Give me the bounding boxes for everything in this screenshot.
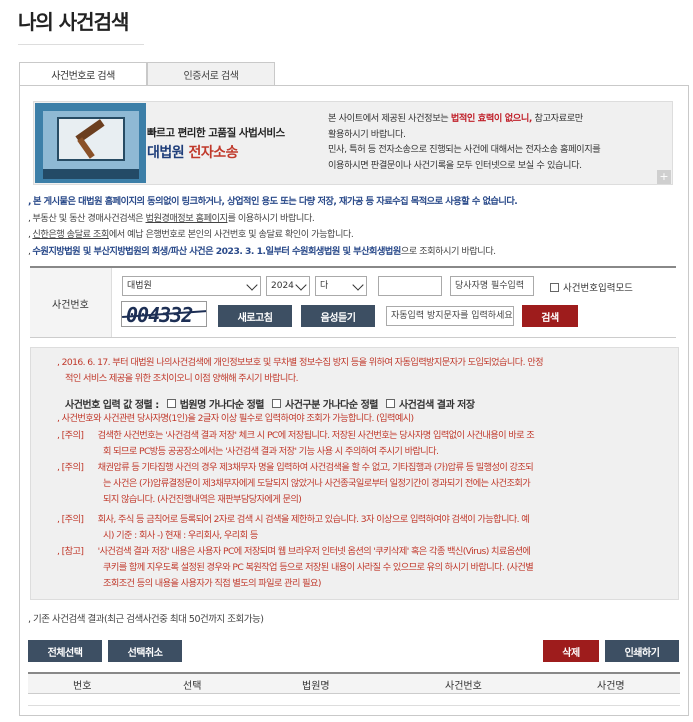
- case-type-select[interactable]: 다: [315, 276, 367, 296]
- captcha-image: 004332: [121, 301, 207, 327]
- guide-note-saved-cases-2: 회 되므로 PC방등 공공장소에서는 '사건검색 결과 저장' 기능 사용 시 …: [103, 446, 439, 457]
- title-divider: [18, 44, 144, 45]
- banner-text-2: 활용하시기 바랍니다.: [328, 128, 406, 140]
- party-name-input[interactable]: 당사자명 필수입력: [450, 276, 534, 296]
- court-select[interactable]: 대법원: [122, 276, 261, 296]
- checkbox-icon: [550, 282, 559, 292]
- banner-text-1a: 본 사이트에서 제공된 사건정보는: [328, 113, 451, 124]
- tab-certificate-search[interactable]: 인증서로 검색: [147, 62, 275, 86]
- shinhan-fee-link[interactable]: 신한은행 송달료 조회: [32, 229, 109, 240]
- guide-note-enforcement-2: 는 사건은 (가)압류결정문이 제3채무자에게 도달되지 않았거나 사건종국일로…: [103, 478, 531, 489]
- notice-auction: , 부동산 및 동산 경매사건검색은 법원경매정보 홈페이지를 이용하시기 바랍니…: [28, 213, 315, 224]
- column-case-name: 사건명: [597, 681, 625, 692]
- column-select: 선택: [183, 681, 202, 692]
- previous-results-label: , 기존 사건검색 결과(최근 검색사건중 최대 50건까지 조회가능): [28, 614, 264, 625]
- column-number: 번호: [73, 681, 92, 692]
- column-court: 법원명: [302, 681, 330, 692]
- year-select-value: 2024: [271, 281, 294, 291]
- banner-text-3: 민사, 특허 등 전자소송으로 진행되는 사건에 대해서는 전자소송 홈페이지를: [328, 144, 601, 155]
- banner-text-1b: 참고자료로만: [532, 113, 584, 124]
- notice-usage-restriction: ,본 게시물은 대법원 홈페이지의 동의없이 링크하거나, 상업적인 용도 또는…: [28, 196, 518, 207]
- banner-text-emphasis: 법적인 효력이 없으니,: [450, 113, 533, 124]
- direct-input-mode-checkbox[interactable]: 사건번호입력모드: [550, 280, 633, 294]
- guide-note-saved-cases-1: , [주의] 검색한 사건번호는 '사건검색 결과 저장' 체크 시 PC에 저장…: [57, 430, 535, 441]
- checkbox-icon: [385, 399, 395, 408]
- sort-by-court-checkbox[interactable]: 법원명 가나다순 정렬: [166, 396, 265, 411]
- deselect-button[interactable]: 선택취소: [108, 640, 182, 662]
- guide-required-party: , 사건번호와 사건관련 당사자명(1인)을 2글자 이상 필수로 입력하여야 …: [57, 413, 414, 424]
- guide-ref-cookie-3: 조회조건 등의 내용을 사용자가 직접 별도의 파일로 관리 필요): [103, 578, 321, 589]
- save-results-checkbox[interactable]: 사건검색 결과 저장: [385, 396, 475, 411]
- page-title: 나의 사건검색: [18, 10, 129, 34]
- sort-by-type-checkbox[interactable]: 사건구분 가나다순 정렬: [272, 396, 378, 411]
- chevron-down-icon: [295, 279, 307, 291]
- guide-ref-cookie-2: 쿠키를 함께 지우도록 설정된 경우와 PC 복원작업 등으로 저장된 내용이 …: [103, 562, 534, 573]
- column-case-number: 사건번호: [445, 681, 482, 692]
- tab-bar: 사건번호로 검색 인증서로 검색: [19, 62, 275, 86]
- guide-captcha-notice-2: 적인 서비스 제공을 위한 조치이오니 이점 양해해 주시기 바랍니다.: [65, 373, 299, 384]
- chevron-down-icon: [246, 279, 258, 291]
- banner-illustration: [35, 103, 146, 183]
- banner-brand-court: 대법원: [147, 145, 185, 161]
- captcha-input[interactable]: 자동입력 방지문자를 입력하세요: [386, 306, 514, 326]
- results-empty-row: [28, 694, 680, 706]
- search-label: 사건번호: [52, 300, 89, 311]
- guide-note-enforcement-3: 되지 않습니다. (사건진행내역은 재판부담당자에게 문의): [103, 494, 302, 505]
- court-select-value: 대법원: [127, 281, 152, 291]
- guide-note-forbidden-words-2: 시) 기준 : 회사 -) 현재 : 우리회사, 우리회 등: [103, 530, 258, 541]
- guide-note-enforcement-1: , [주의] 채권압류 등 기타집행 사건의 경우 제3채무자 명을 입력하여 사…: [57, 462, 534, 473]
- guide-captcha-notice-1: , 2016. 6. 17. 부터 대법원 나의사건검색에 개인정보보호 및 무…: [57, 357, 544, 368]
- case-number-input[interactable]: [378, 276, 442, 296]
- captcha-audio-button[interactable]: 음성듣기: [301, 305, 375, 327]
- checkbox-icon: [166, 399, 176, 408]
- search-button[interactable]: 검색: [522, 305, 578, 327]
- guide-note-forbidden-words-1: , [주의] 회사, 주식 등 금칙어로 등록되어 2자로 검색 시 검색을 제한…: [57, 514, 530, 525]
- sort-options: 사건번호 입력 값 정렬 : 법원명 가나다순 정렬 사건구분 가나다순 정렬 …: [65, 396, 475, 411]
- print-button[interactable]: 인쇄하기: [605, 640, 679, 662]
- auction-site-link[interactable]: 법원경매정보 홈페이지: [146, 213, 228, 224]
- banner-text-4: 이용하시면 판결문이나 사건기록을 모두 인터넷으로 보실 수 있습니다.: [328, 159, 582, 171]
- banner-more-icon[interactable]: +: [657, 170, 671, 184]
- notice-service-fee: , 신한은행 송달료 조회에서 예납 은행번호로 본인의 사건번호 및 송달료 확…: [28, 229, 354, 240]
- chevron-down-icon: [352, 279, 364, 291]
- checkbox-icon: [272, 399, 281, 408]
- captcha-refresh-button[interactable]: 새로고침: [218, 305, 292, 327]
- select-all-button[interactable]: 전체선택: [28, 640, 102, 662]
- notice-rehabilitation-court: , 수원지방법원 및 부산지방법원의 회생/파산 사건은 2023. 3. 1.일…: [28, 246, 496, 257]
- banner-tagline: 빠르고 편리한 고품질 사법서비스: [147, 127, 285, 139]
- banner-description: 본 사이트에서 제공된 사건정보는 법적인 효력이 없으니, 참고자료로만 활용…: [328, 111, 668, 173]
- banner-brand-elitigation: 전자소송: [188, 145, 239, 161]
- guide-ref-cookie-1: , [참고] '사건검색 결과 저장' 내용은 사용자 PC에 저장되며 웹 브라…: [57, 546, 531, 557]
- banner-brand: 대법원 전자소송: [147, 142, 239, 162]
- delete-button[interactable]: 삭제: [543, 640, 599, 662]
- year-select[interactable]: 2024: [266, 276, 310, 296]
- tab-case-number-search[interactable]: 사건번호로 검색: [19, 62, 147, 86]
- results-table-header: [28, 672, 680, 694]
- case-type-select-value: 다: [320, 281, 329, 291]
- sort-options-label: 사건번호 입력 값 정렬 :: [65, 400, 159, 411]
